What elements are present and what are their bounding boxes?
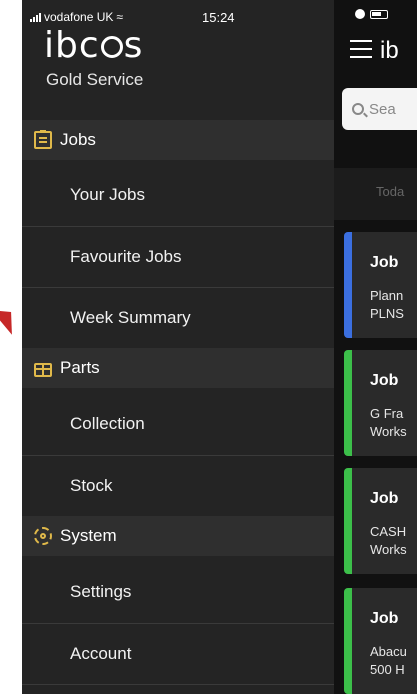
job-card-title: Job	[370, 254, 399, 271]
clipboard-icon	[34, 130, 52, 149]
search-icon	[352, 103, 364, 115]
job-card-title: Job	[370, 372, 399, 389]
main-content: ib Sea Toda Job Plann PLNS Job G Fra Wor…	[334, 0, 417, 694]
status-right	[355, 9, 388, 19]
clock: 15:24	[202, 10, 235, 25]
service-tier: Gold Service	[46, 70, 144, 89]
tab-bar: Toda	[334, 168, 417, 220]
menu-item-your-jobs[interactable]: Your Jobs	[22, 165, 334, 225]
menu-item-favourite-jobs[interactable]: Favourite Jobs	[22, 227, 334, 287]
section-title: Jobs	[60, 130, 96, 149]
status-stripe	[344, 588, 352, 694]
section-title: Parts	[60, 358, 100, 377]
job-card-title: Job	[370, 490, 399, 507]
job-card[interactable]: Job Abacu 500 H	[344, 588, 417, 694]
job-card-line1: CASH	[370, 524, 407, 539]
red-arrow-annotation	[0, 301, 23, 335]
hamburger-menu-icon[interactable]	[350, 40, 372, 58]
job-card-line1: G Fra	[370, 406, 404, 421]
menu-item-stock[interactable]: Stock	[22, 456, 334, 516]
wifi-icon: ≈	[116, 10, 123, 24]
top-bar: ib	[334, 28, 417, 74]
section-jobs: Jobs	[22, 120, 334, 160]
job-card-line1: Abacu	[370, 644, 407, 659]
phone-screen: ib Sea Toda Job Plann PLNS Job G Fra Wor…	[22, 0, 417, 694]
status-bar: vodafone UK ≈ 15:24	[22, 0, 417, 28]
section-system: System	[22, 516, 334, 556]
page-edge	[0, 0, 23, 694]
battery-icon	[370, 9, 388, 19]
menu-item-settings[interactable]: Settings	[22, 562, 334, 622]
job-card-line2: PLNS	[370, 306, 404, 321]
job-card-line1: Plann	[370, 288, 404, 303]
box-icon	[34, 363, 52, 377]
gear-icon	[34, 527, 52, 545]
navigation-drawer: ibc s Gold Service Jobs Your Jobs Favouri…	[22, 0, 334, 694]
brand: ibc s Gold Service	[44, 28, 184, 90]
job-card[interactable]: Job CASH Works	[344, 468, 417, 574]
menu-item-collection[interactable]: Collection	[22, 394, 334, 454]
job-card[interactable]: Job G Fra Works	[344, 350, 417, 456]
carrier-name: vodafone UK	[44, 10, 114, 24]
carrier: vodafone UK ≈	[30, 10, 123, 24]
job-card[interactable]: Job Plann PLNS	[344, 232, 417, 338]
job-card-line2: 500 H	[370, 662, 405, 677]
status-stripe	[344, 468, 352, 574]
search-input[interactable]: Sea	[342, 88, 417, 130]
alarm-icon	[355, 9, 365, 19]
job-card-line2: Works	[370, 424, 407, 439]
section-title: System	[60, 526, 117, 545]
status-stripe	[344, 350, 352, 456]
menu-item-account[interactable]: Account	[22, 624, 334, 684]
app-title: ib	[380, 37, 399, 64]
menu-item-week-summary[interactable]: Week Summary	[22, 288, 334, 348]
divider	[22, 684, 334, 685]
ibcos-logo: ibc s	[44, 25, 144, 66]
job-card-line2: Works	[370, 542, 407, 557]
status-stripe	[344, 232, 352, 338]
tab-today[interactable]: Toda	[376, 184, 404, 199]
section-parts: Parts	[22, 348, 334, 388]
signal-icon	[30, 12, 41, 22]
job-card-title: Job	[370, 610, 399, 627]
search-placeholder: Sea	[369, 100, 396, 118]
